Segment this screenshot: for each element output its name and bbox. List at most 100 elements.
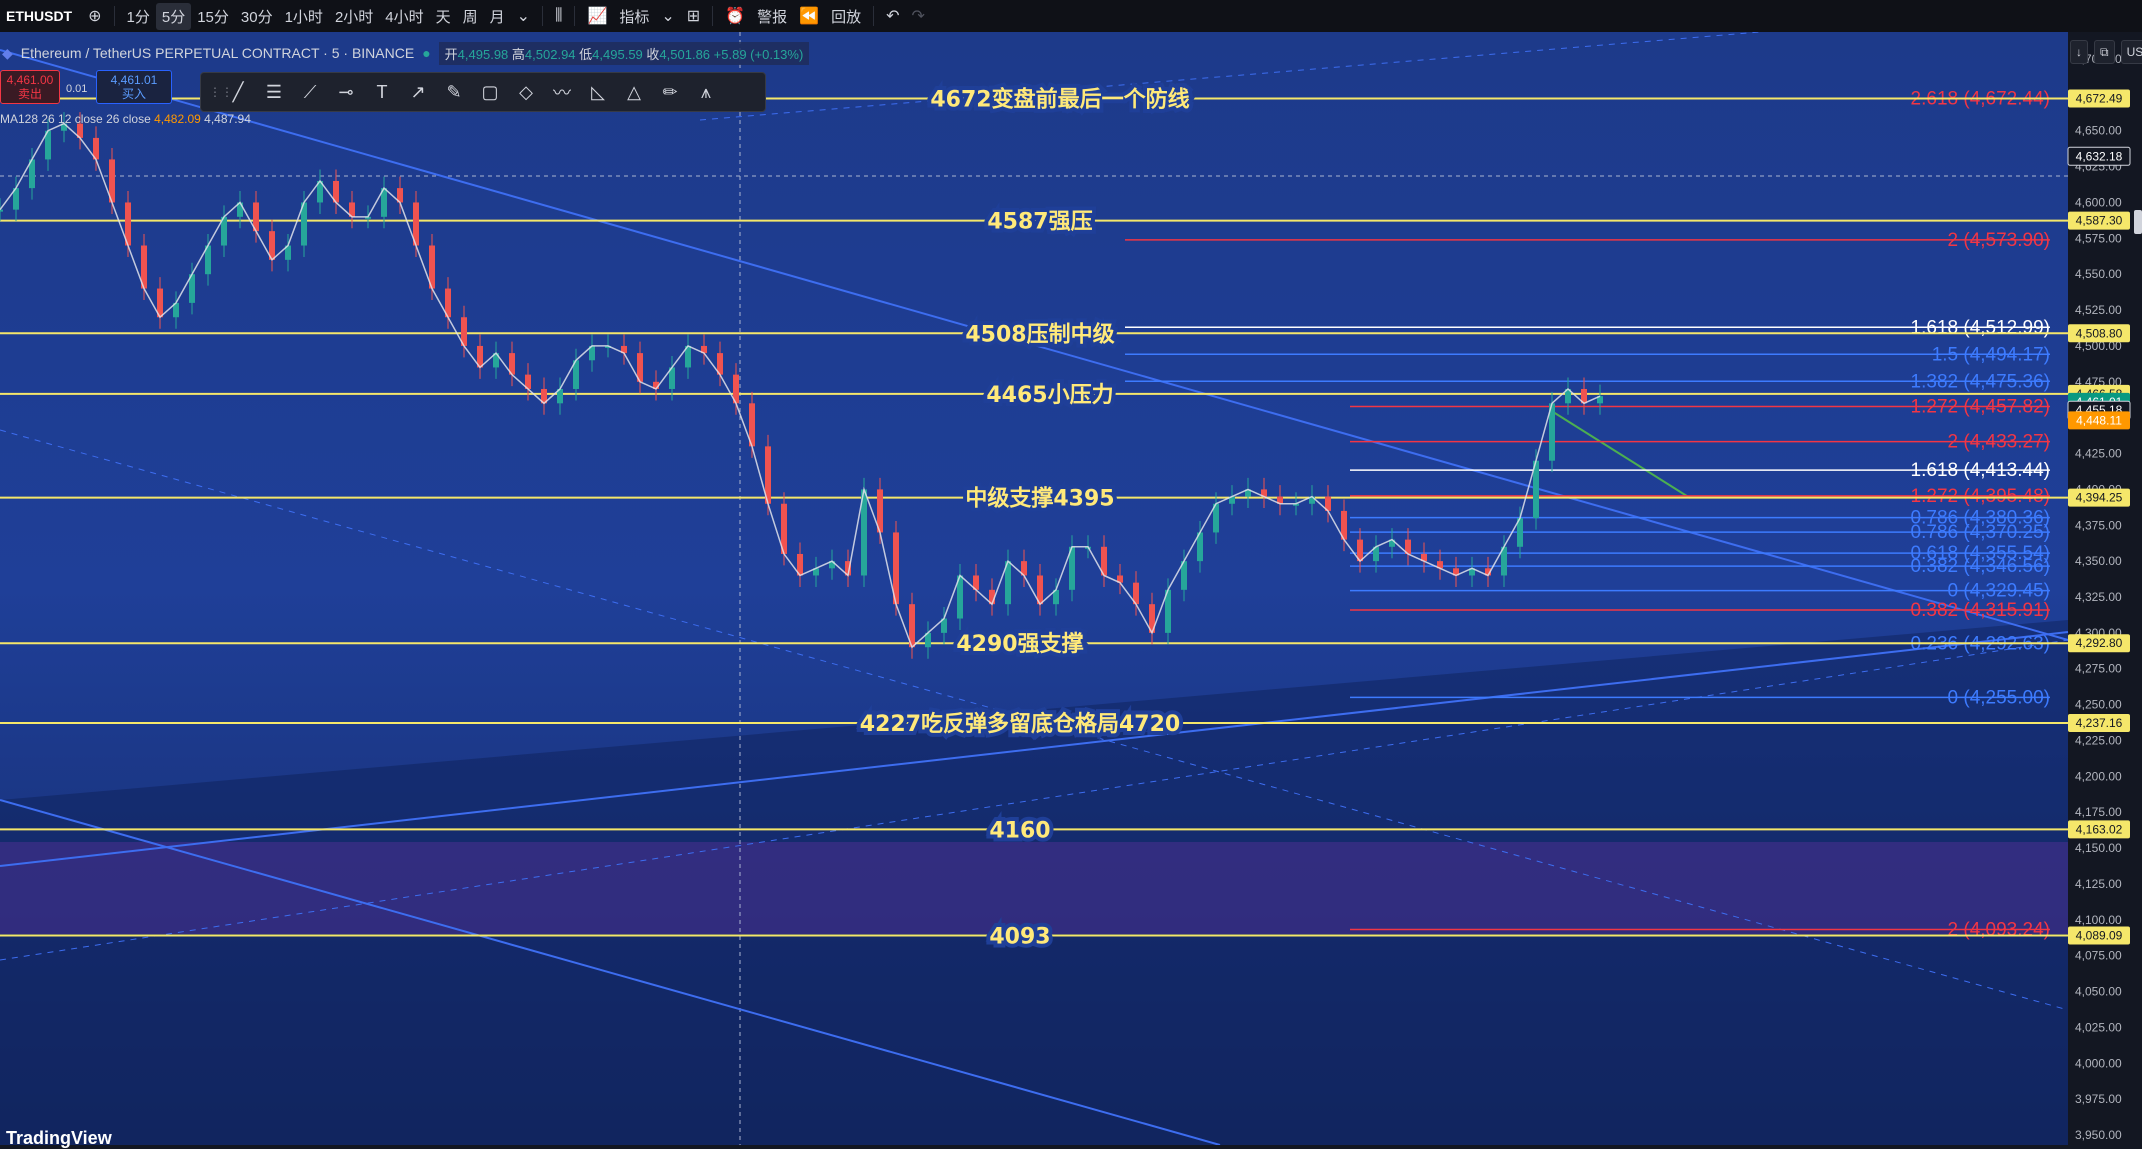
chevron-down-icon[interactable]: ⌄	[655, 6, 680, 26]
side-panel-handle[interactable]	[2134, 210, 2142, 234]
price-tick: 4,000.00	[2075, 1056, 2122, 1070]
ma-value-1: 4,482.09	[154, 112, 201, 126]
buy-label: 买入	[121, 87, 146, 101]
price-tick: 4,125.00	[2075, 877, 2122, 891]
timeframe-15m[interactable]: 15分	[191, 3, 235, 30]
price-tick: 4,550.00	[2075, 267, 2122, 281]
level-label: 4093	[989, 924, 1050, 949]
level-label: 4465小压力	[986, 383, 1113, 408]
timeframe-30m[interactable]: 30分	[235, 3, 279, 30]
replay-button[interactable]: 回放	[825, 3, 867, 30]
level-price-badge-text: 4,237.16	[2076, 716, 2123, 730]
symbol-title[interactable]: Ethereum / TetherUS PERPETUAL CONTRACT ·…	[21, 45, 414, 61]
divider	[542, 6, 544, 26]
brush-icon[interactable]: ⟋	[293, 77, 327, 107]
price-tick: 4,050.00	[2075, 985, 2122, 999]
add-symbol-icon[interactable]: ⊕	[82, 6, 107, 26]
spread-value: 0.01	[66, 83, 88, 95]
indicators-icon[interactable]: 📈	[581, 6, 613, 26]
rectangle-icon[interactable]: ▢	[473, 77, 507, 107]
ohlc-values: 开4,495.98 高4,502.94 低4,495.59 收4,501.86 …	[438, 41, 810, 65]
scroll-down-icon[interactable]: ↓	[2070, 40, 2088, 64]
candles-icon[interactable]: ⫼	[549, 7, 568, 25]
fib-label: 0.786 (4,370.25)	[1911, 522, 2050, 543]
buy-button[interactable]: 4,461.01 买入	[96, 70, 172, 104]
replay-icon[interactable]: ⏪	[793, 6, 825, 26]
triangle-icon[interactable]: △	[617, 77, 651, 107]
symbol-name[interactable]: ETHUSDT	[0, 8, 82, 24]
timeframe-5m[interactable]: 5分	[155, 2, 192, 30]
fib-label: 0 (4,255.00)	[1948, 687, 2050, 708]
price-tick: 4,175.00	[2075, 805, 2122, 819]
layout-icon[interactable]: ⊞	[681, 6, 706, 26]
indicators-button[interactable]: 指标	[613, 3, 655, 30]
ma-value-2: 4,487.94	[204, 112, 251, 126]
alert-button[interactable]: 警报	[751, 3, 793, 30]
price-tick: 4,650.00	[2075, 124, 2122, 138]
horizontal-lines-icon[interactable]: ☰	[257, 77, 291, 107]
fib-label: 2 (4,573.90)	[1948, 230, 2050, 251]
level-price-badge-text: 4,394.25	[2076, 491, 2123, 505]
timeframe-4h[interactable]: 4小时	[379, 3, 429, 30]
shape-icon[interactable]: ◇	[509, 77, 543, 107]
timeframe-week[interactable]: 周	[457, 3, 484, 30]
measure-icon[interactable]: ◺	[581, 77, 615, 107]
level-label: 中级支撑4395	[965, 486, 1114, 512]
text-icon[interactable]: T	[365, 77, 399, 107]
price-tick: 4,425.00	[2075, 447, 2122, 461]
ray-icon[interactable]: ⊸	[329, 77, 363, 107]
divider	[574, 6, 576, 26]
divider	[873, 6, 875, 26]
timeframe-month[interactable]: 月	[484, 3, 511, 30]
fib-label: 1.382 (4,475.36)	[1911, 371, 2050, 392]
sell-label: 卖出	[17, 87, 42, 101]
level-label: 4227吃反弹多留底仓格局4720	[860, 711, 1180, 737]
price-tick: 4,275.00	[2075, 662, 2122, 676]
fib-label: 1.618 (4,413.44)	[1911, 460, 2050, 481]
timeframe-2h[interactable]: 2小时	[329, 3, 379, 30]
price-tick: 4,075.00	[2075, 949, 2122, 963]
price-tick: 4,250.00	[2075, 698, 2122, 712]
cursor-line-icon[interactable]: ╱	[221, 77, 255, 107]
price-tick: 4,225.00	[2075, 733, 2122, 747]
timeframe-1m[interactable]: 1分	[121, 3, 156, 30]
divider	[113, 6, 115, 26]
timeframe-day[interactable]: 天	[430, 3, 457, 30]
price-tick: 4,325.00	[2075, 590, 2122, 604]
price-tick: 4,150.00	[2075, 841, 2122, 855]
alert-icon[interactable]: ⏰	[719, 6, 751, 26]
level-price-badge-text: 4,672.49	[2076, 91, 2123, 105]
redo-icon[interactable]: ↷	[905, 6, 930, 26]
fib-label: 0 (4,329.45)	[1948, 581, 2050, 602]
pencil-icon[interactable]: ✏	[653, 77, 687, 107]
price-tick: 3,950.00	[2075, 1128, 2122, 1142]
timeframe-1h[interactable]: 1小时	[279, 3, 329, 30]
wave-icon[interactable]: 〰	[545, 77, 579, 107]
ethereum-icon: ◆	[2, 44, 13, 61]
price-tick: 4,200.00	[2075, 769, 2122, 783]
price-tick: 3,975.00	[2075, 1092, 2122, 1106]
fib-label: 0.382 (4,346.56)	[1911, 556, 2050, 577]
pattern-icon[interactable]: ⩚	[689, 77, 723, 107]
level-price-badge-text: 4,508.80	[2076, 326, 2123, 340]
arrow-icon[interactable]: ↗	[401, 77, 435, 107]
pen-icon[interactable]: ✎	[437, 77, 471, 107]
level-label: 4160	[989, 818, 1050, 843]
chevron-down-icon[interactable]: ⌄	[511, 6, 536, 26]
undo-icon[interactable]: ↶	[880, 6, 905, 26]
price-tick: 4,375.00	[2075, 518, 2122, 532]
fib-label: 0.382 (4,315.91)	[1911, 600, 2050, 621]
price-tick: 4,350.00	[2075, 554, 2122, 568]
drag-handle-icon[interactable]: ⋮⋮	[209, 85, 233, 99]
price-chart[interactable]: 2.618 (4,672.44)2 (4,573.90)1.618 (4,512…	[0, 32, 2142, 1145]
sell-button[interactable]: 4,461.00 卖出	[0, 70, 60, 104]
screenshot-icon[interactable]: ⧉	[2094, 40, 2115, 64]
fib-label: 2 (4,433.27)	[1948, 432, 2050, 453]
ma-indicator-legend[interactable]: MA128 26 12 close 26 close 4,482.09 4,48…	[0, 112, 251, 126]
price-tick: 4,575.00	[2075, 231, 2122, 245]
buy-price: 4,461.01	[110, 73, 158, 87]
currency-select[interactable]: USDT	[2120, 40, 2142, 64]
symbol-info-bar: ◆ Ethereum / TetherUS PERPETUAL CONTRACT…	[2, 41, 810, 65]
level-label: 4290强支撑	[956, 632, 1083, 657]
level-label: 4508压制中级	[965, 321, 1114, 347]
